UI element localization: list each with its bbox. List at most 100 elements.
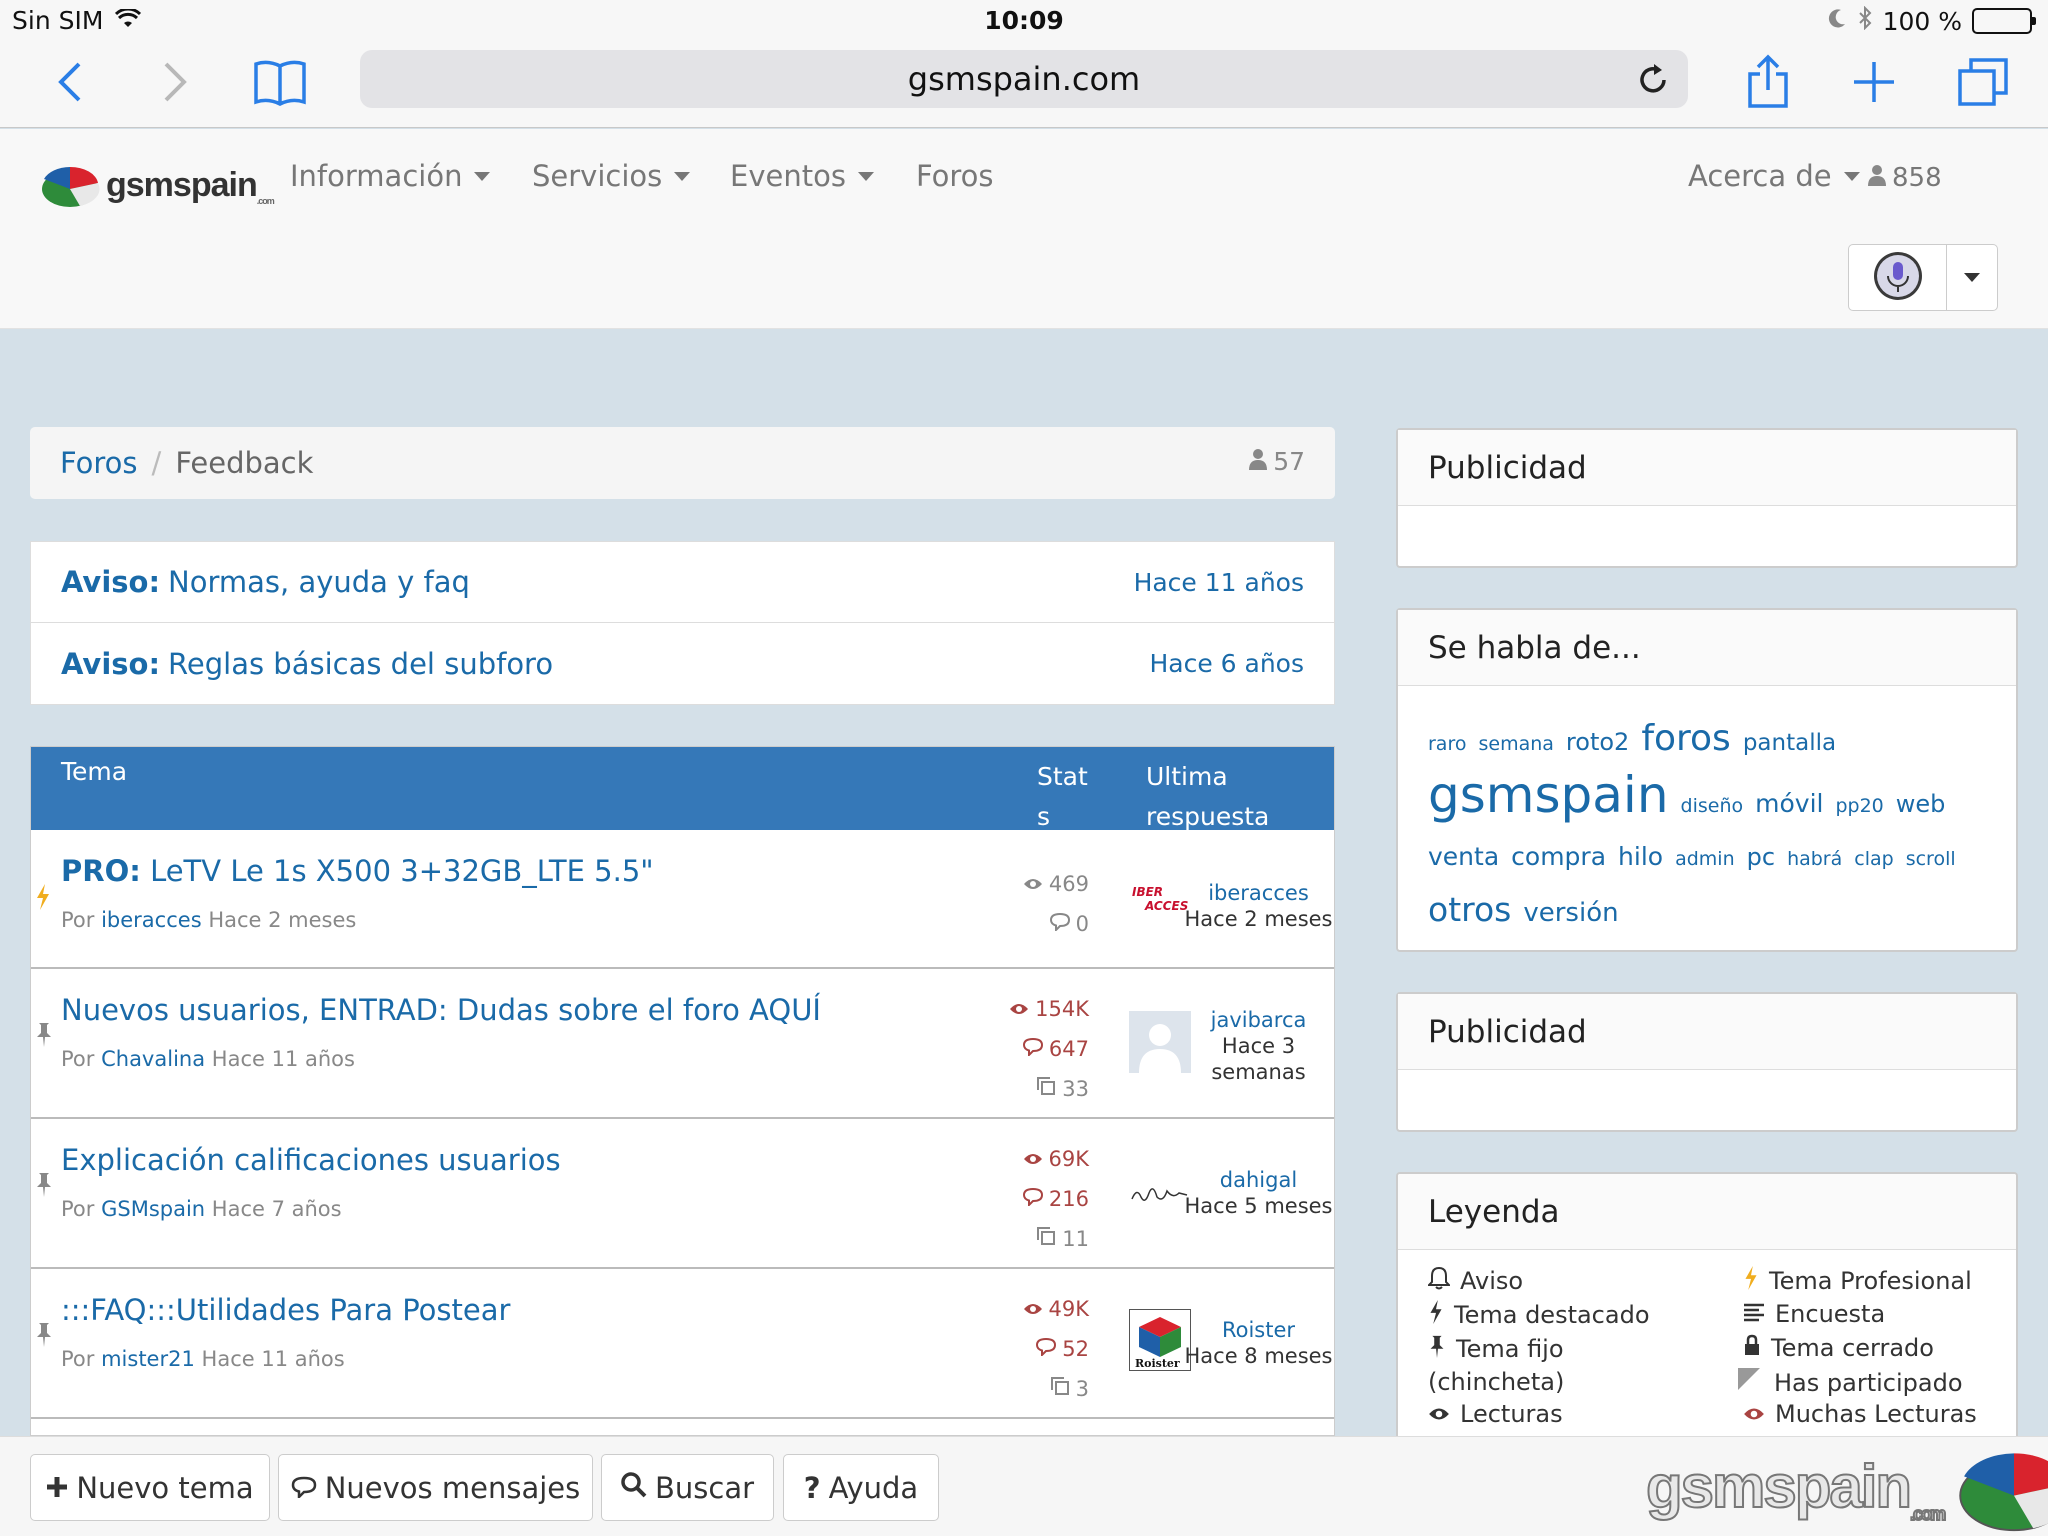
voice-search-dropdown[interactable]: [1947, 245, 1997, 310]
tag-link[interactable]: venta: [1428, 832, 1499, 882]
notice-item[interactable]: Aviso: Reglas básicas del subforo Hace 6…: [31, 623, 1334, 704]
legend-item: Tema cerrado: [1743, 1334, 1934, 1362]
watermark: gsmspain.com: [1645, 1438, 2048, 1536]
moon-icon: [1827, 7, 1847, 36]
topic-author[interactable]: mister21: [101, 1347, 195, 1371]
lock-icon: [1743, 1334, 1761, 1362]
panel-title: Se habla de...: [1398, 610, 2016, 686]
notice-time: Hace 6 años: [1149, 649, 1304, 678]
topic-title[interactable]: Explicación calificaciones usuarios: [61, 1143, 561, 1177]
last-reply-time: Hace 3 semanas: [1211, 1034, 1306, 1084]
header-stats: Stats: [1037, 762, 1088, 831]
tag-link[interactable]: scroll: [1906, 834, 1956, 884]
new-topic-button[interactable]: Nuevo tema: [30, 1454, 270, 1521]
tabs-button[interactable]: [1953, 54, 2013, 114]
nav-informacion[interactable]: Información: [290, 159, 491, 193]
topic-author[interactable]: iberacces: [101, 908, 202, 932]
header-last: Ultima respuesta: [1146, 762, 1270, 831]
last-reply: dahigal Hace 5 meses: [1181, 1167, 1334, 1219]
tag-link[interactable]: clap: [1854, 834, 1893, 884]
pin-icon: [35, 1021, 53, 1051]
tag-link[interactable]: semana: [1478, 719, 1553, 769]
tag-link[interactable]: roto2: [1566, 717, 1629, 767]
nav-acerca-de[interactable]: Acerca de: [1688, 159, 1860, 193]
new-messages-button[interactable]: Nuevos mensajes: [278, 1454, 593, 1521]
tag-cloud-panel: Se habla de... raro semana roto2 foros panta…: [1396, 608, 2018, 952]
bluetooth-icon: [1857, 5, 1873, 36]
caret-down-icon: [474, 171, 491, 181]
topic-author[interactable]: GSMspain: [101, 1197, 205, 1221]
nav-servicios[interactable]: Servicios: [532, 159, 691, 193]
eye-icon: [1023, 1289, 1043, 1329]
legend: Aviso Tema destacado Tema fijo (chinchet…: [1398, 1250, 2016, 1428]
nav-foros[interactable]: Foros: [916, 159, 994, 193]
back-button[interactable]: [40, 54, 100, 114]
last-reply-user[interactable]: Roister: [1181, 1317, 1334, 1343]
table-header: Tema Stats Ultima respuesta: [31, 747, 1334, 831]
pages-icon: [1050, 1369, 1070, 1409]
status-bar: Sin SIM 10:09 100 %: [0, 0, 2048, 40]
breadcrumb-separator: /: [151, 446, 162, 480]
notice-prefix: Aviso:: [61, 646, 161, 681]
comment-icon: [1022, 1029, 1043, 1069]
tag-link[interactable]: admin: [1675, 834, 1735, 884]
topic-title[interactable]: :::FAQ:::Utilidades Para Postear: [61, 1293, 510, 1327]
battery-label: 100 %: [1882, 6, 1962, 36]
site-logo[interactable]: gsmspain.com: [40, 159, 275, 213]
bell-icon: [1426, 1266, 1452, 1296]
topic-title[interactable]: Nuevos usuarios, ENTRAD: Dudas sobre el …: [61, 993, 821, 1027]
help-button[interactable]: ? Ayuda: [783, 1454, 939, 1521]
tag-link[interactable]: foros: [1641, 714, 1731, 764]
legend-item-cont: (chincheta): [1428, 1368, 1565, 1396]
tag-link[interactable]: hilo: [1618, 832, 1663, 882]
book-icon: [252, 58, 308, 110]
tag-link[interactable]: gsmspain: [1428, 770, 1669, 820]
chevron-right-icon: [160, 60, 190, 108]
bookmarks-button[interactable]: [250, 54, 310, 114]
panel-title: Publicidad: [1398, 994, 2016, 1070]
plus-icon: [46, 1471, 68, 1505]
tag-link[interactable]: pp20: [1835, 781, 1883, 831]
tag-link[interactable]: otros: [1428, 885, 1511, 935]
tag-link[interactable]: habrá: [1787, 834, 1842, 884]
topic-meta: Por iberacces Hace 2 meses: [61, 908, 357, 932]
nav-eventos[interactable]: Eventos: [730, 159, 874, 193]
topic-title[interactable]: PRO: LeTV Le 1s X500 3+32GB_LTE 5.5": [61, 854, 654, 888]
topic-author[interactable]: Chavalina: [101, 1047, 205, 1071]
last-reply-user[interactable]: iberacces: [1181, 880, 1334, 906]
tag-link[interactable]: móvil: [1755, 779, 1823, 829]
last-reply-user[interactable]: dahigal: [1181, 1167, 1334, 1193]
new-tab-button[interactable]: [1844, 54, 1904, 114]
voice-search-button[interactable]: [1849, 245, 1947, 310]
topic-meta: Por Chavalina Hace 11 años: [61, 1047, 355, 1071]
search-button[interactable]: Buscar: [601, 1454, 774, 1521]
tag-link[interactable]: diseño: [1681, 781, 1744, 831]
tag-link[interactable]: web: [1896, 779, 1946, 829]
tag-link[interactable]: pantalla: [1743, 718, 1836, 768]
breadcrumb-foros[interactable]: Foros: [60, 446, 138, 480]
tag-link[interactable]: raro: [1428, 719, 1466, 769]
tag-link[interactable]: versión: [1523, 888, 1618, 938]
url-bar[interactable]: gsmspain.com: [360, 50, 1688, 108]
svg-text:IBER: IBER: [1132, 885, 1163, 899]
question-icon: ?: [803, 1470, 821, 1505]
last-reply-user[interactable]: javibarca: [1181, 1007, 1334, 1033]
topic-stats: 49K 52 3: [1023, 1289, 1089, 1409]
eye-icon: [1009, 989, 1029, 1029]
notice-item[interactable]: Aviso: Normas, ayuda y faq Hace 11 años: [31, 542, 1334, 623]
eye-icon: [1743, 1400, 1765, 1428]
site-header: gsmspain.com Información Servicios Event…: [0, 129, 2048, 329]
breadcrumb-current: Feedback: [175, 446, 314, 480]
tag-link[interactable]: pc: [1747, 832, 1775, 882]
reload-icon[interactable]: [1638, 62, 1670, 104]
battery-icon: [1972, 8, 2036, 34]
comments-icon: [291, 1471, 317, 1505]
table-row: :::FAQ:::Utilidades Para Postear Por mis…: [31, 1269, 1334, 1419]
legend-item: Tema fijo: [1428, 1334, 1564, 1364]
share-button[interactable]: [1738, 54, 1798, 114]
comment-icon: [1022, 1179, 1043, 1219]
forward-button[interactable]: [145, 54, 205, 114]
last-reply-time: Hace 8 meses: [1184, 1344, 1333, 1368]
legend-item: Muchas Lecturas: [1743, 1400, 1977, 1428]
tag-link[interactable]: compra: [1511, 832, 1606, 882]
